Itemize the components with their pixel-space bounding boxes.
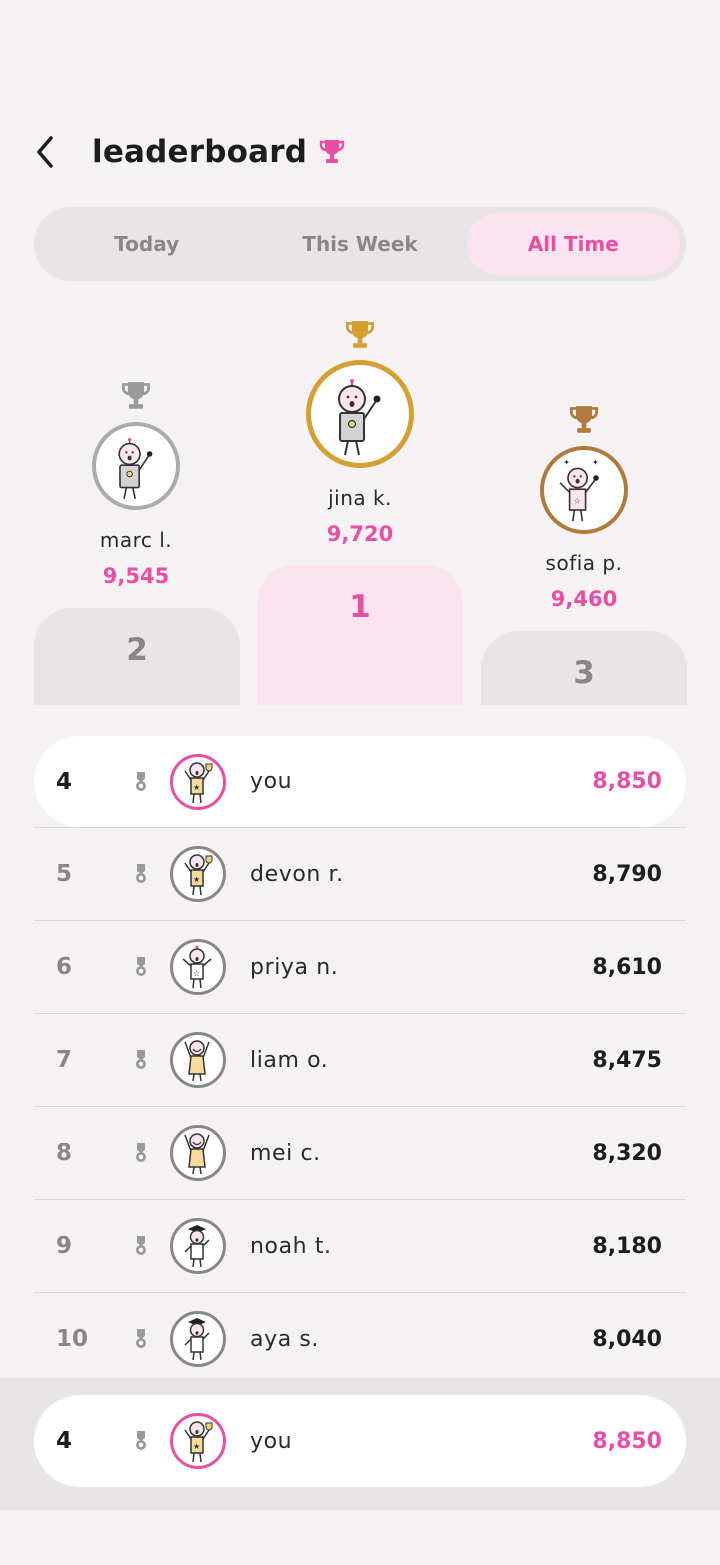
medal-icon <box>104 1235 174 1257</box>
rank-number: 4 <box>56 768 73 795</box>
gold-trophy-icon <box>345 321 375 348</box>
podium-third-score: 9,460 <box>550 587 618 611</box>
graduate-kid-avatar-icon <box>184 1318 210 1361</box>
player-name: you <box>250 769 293 794</box>
avatar[interactable]: ☆ <box>170 939 226 995</box>
player-name: noah t. <box>250 1233 332 1259</box>
table-row[interactable]: 6 ☆ priya n. 8,610 <box>34 920 686 1013</box>
podium-first-score: 9,720 <box>326 522 394 546</box>
trophy-kid-avatar-icon: ★ <box>184 761 213 803</box>
avatar-first-place[interactable] <box>306 360 414 468</box>
player-score: 8,850 <box>592 769 662 794</box>
svg-text:★: ★ <box>193 875 200 884</box>
star-kid-avatar-icon: ✦ ✦ ☆ <box>559 458 599 522</box>
player-name: priya n. <box>250 954 339 980</box>
avatar-second-place[interactable] <box>92 422 180 510</box>
table-row[interactable]: 8 mei c. 8,320 <box>34 1106 686 1199</box>
svg-text:★: ★ <box>193 1442 200 1451</box>
avatar[interactable]: ★ <box>170 753 226 810</box>
avatar[interactable]: ★ <box>170 846 226 902</box>
medal-icon <box>104 1430 174 1452</box>
rank-number: 10 <box>56 1326 89 1352</box>
ranking-list: 4 ★ you 8,850 5 ★ devon r. 8,790 6 ☆ pri… <box>34 736 686 1385</box>
trophy-icon <box>319 138 345 166</box>
tab-all-time[interactable]: All Time <box>466 213 680 275</box>
back-chevron-icon <box>37 136 53 168</box>
table-row[interactable]: 10 aya s. 8,040 <box>34 1292 686 1385</box>
avatar-third-place[interactable]: ✦ ✦ ☆ <box>540 446 628 534</box>
podium-third-name: sofia p. <box>545 551 623 575</box>
astronaut-avatar-icon <box>118 438 153 499</box>
podium-block-third: 3 <box>481 631 687 705</box>
podium-rank-3: 3 <box>573 655 595 691</box>
time-range-tabs: Today This Week All Time <box>34 207 686 281</box>
player-score: 8,790 <box>592 861 662 887</box>
player-name: liam o. <box>250 1047 329 1073</box>
trophy-kid-avatar-icon: ★ <box>184 1421 213 1463</box>
player-score: 8,180 <box>592 1233 662 1259</box>
rank-number: 9 <box>56 1233 73 1259</box>
medal-icon <box>104 1142 174 1164</box>
player-name: you <box>250 1428 293 1454</box>
rank-number: 6 <box>56 954 73 980</box>
player-score: 8,320 <box>592 1140 662 1166</box>
player-score: 8,850 <box>592 1428 662 1454</box>
astronaut-avatar-icon <box>338 379 381 456</box>
player-score: 8,610 <box>592 954 662 980</box>
medal-icon <box>104 863 174 885</box>
table-row[interactable]: 5 ★ devon r. 8,790 <box>34 827 686 920</box>
player-score: 8,475 <box>592 1047 662 1073</box>
player-name: devon r. <box>250 861 344 887</box>
cheering-kid-avatar-icon <box>184 1133 210 1175</box>
podium-block-second: 2 <box>34 608 240 705</box>
star-kid-avatar-icon: ☆ <box>182 945 212 989</box>
rank-number: 5 <box>56 861 73 887</box>
medal-icon <box>104 956 174 978</box>
list-item-current-user[interactable]: 4 ★ you 8,850 <box>34 736 686 827</box>
avatar[interactable] <box>170 1125 226 1181</box>
podium-second-score: 9,545 <box>102 564 170 588</box>
svg-text:☆: ☆ <box>193 969 200 978</box>
podium-first-name: jina k. <box>328 486 392 510</box>
player-score: 8,040 <box>592 1326 662 1352</box>
current-user-sticky-row[interactable]: 4 ★ you 8,850 <box>34 1395 686 1487</box>
medal-icon <box>104 1328 174 1350</box>
player-name: mei c. <box>250 1140 321 1166</box>
rank-number: 4 <box>56 1428 73 1454</box>
avatar[interactable] <box>170 1032 226 1088</box>
medal-icon <box>104 771 174 793</box>
avatar[interactable] <box>170 1218 226 1274</box>
silver-trophy-icon <box>121 382 151 409</box>
bronze-trophy-icon <box>569 406 599 433</box>
podium-block-first: 1 <box>257 565 463 705</box>
graduate-kid-avatar-icon <box>184 1225 210 1268</box>
podium-rank-2: 2 <box>126 632 148 668</box>
table-row[interactable]: 7 liam o. 8,475 <box>34 1013 686 1106</box>
tab-today[interactable]: Today <box>40 213 253 275</box>
podium-second-name: marc l. <box>99 528 173 552</box>
avatar[interactable] <box>170 1311 226 1367</box>
svg-text:★: ★ <box>193 783 200 792</box>
back-button[interactable] <box>34 127 74 177</box>
player-name: aya s. <box>250 1326 320 1352</box>
tab-this-week[interactable]: This Week <box>253 213 466 275</box>
cheering-kid-avatar-icon <box>184 1040 210 1082</box>
avatar[interactable]: ★ <box>170 1413 226 1469</box>
rank-number: 8 <box>56 1140 73 1166</box>
podium-rank-1: 1 <box>349 589 371 625</box>
podium: jina k. 9,720 1 marc l. 9,545 2 ✦ ✦ ☆ so… <box>0 0 720 705</box>
page-title: leaderboard <box>92 134 308 170</box>
table-row[interactable]: 9 noah t. 8,180 <box>34 1199 686 1292</box>
svg-text:☆: ☆ <box>574 497 581 506</box>
header: leaderboard <box>34 126 686 178</box>
rank-number: 7 <box>56 1047 73 1073</box>
svg-text:✦: ✦ <box>592 458 599 467</box>
trophy-kid-avatar-icon: ★ <box>184 854 213 896</box>
svg-text:✦: ✦ <box>563 458 570 467</box>
medal-icon <box>104 1049 174 1071</box>
